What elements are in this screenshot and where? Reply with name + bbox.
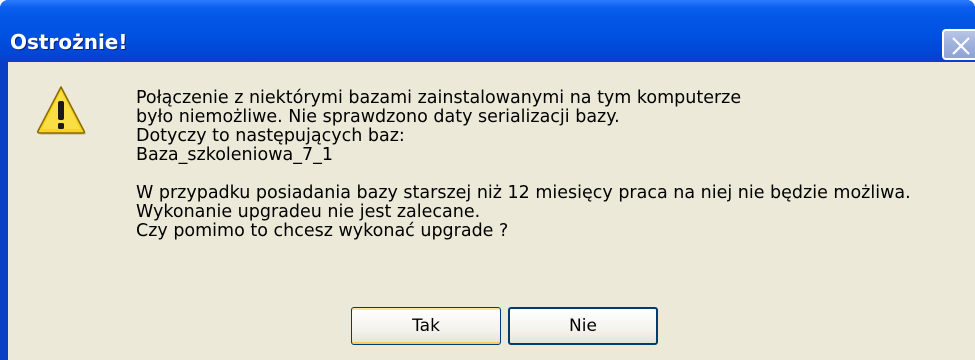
message-line: Wykonanie upgradeu nie jest zalecane. [136, 202, 481, 222]
no-button[interactable]: Nie [508, 307, 658, 345]
yes-button[interactable]: Tak [351, 307, 501, 345]
database-name: Baza_szkoleniowa_7_1 [136, 145, 334, 165]
message-line: Dotyczy to następujących baz: [136, 126, 405, 146]
title-bar[interactable]: Ostrożnie! [0, 0, 975, 62]
dialog-body: Połączenie z niektórymi bazami zainstalo… [8, 62, 975, 360]
warning-icon [36, 86, 86, 135]
message-text: Połączenie z niektórymi bazami zainstalo… [136, 89, 966, 241]
close-icon [952, 37, 970, 55]
dialog-window: Ostrożnie! Połączenie z niektórymi bazam… [0, 0, 975, 360]
message-line: Połączenie z niektórymi bazami zainstalo… [136, 88, 742, 108]
dialog-title: Ostrożnie! [10, 30, 128, 54]
close-button[interactable] [942, 29, 975, 60]
message-spacer [136, 165, 966, 184]
message-line: W przypadku posiadania bazy starszej niż… [136, 183, 911, 203]
message-line: było niemożliwe. Nie sprawdzono daty ser… [136, 107, 620, 127]
message-line: Czy pomimo to chcesz wykonać upgrade ? [136, 221, 509, 241]
